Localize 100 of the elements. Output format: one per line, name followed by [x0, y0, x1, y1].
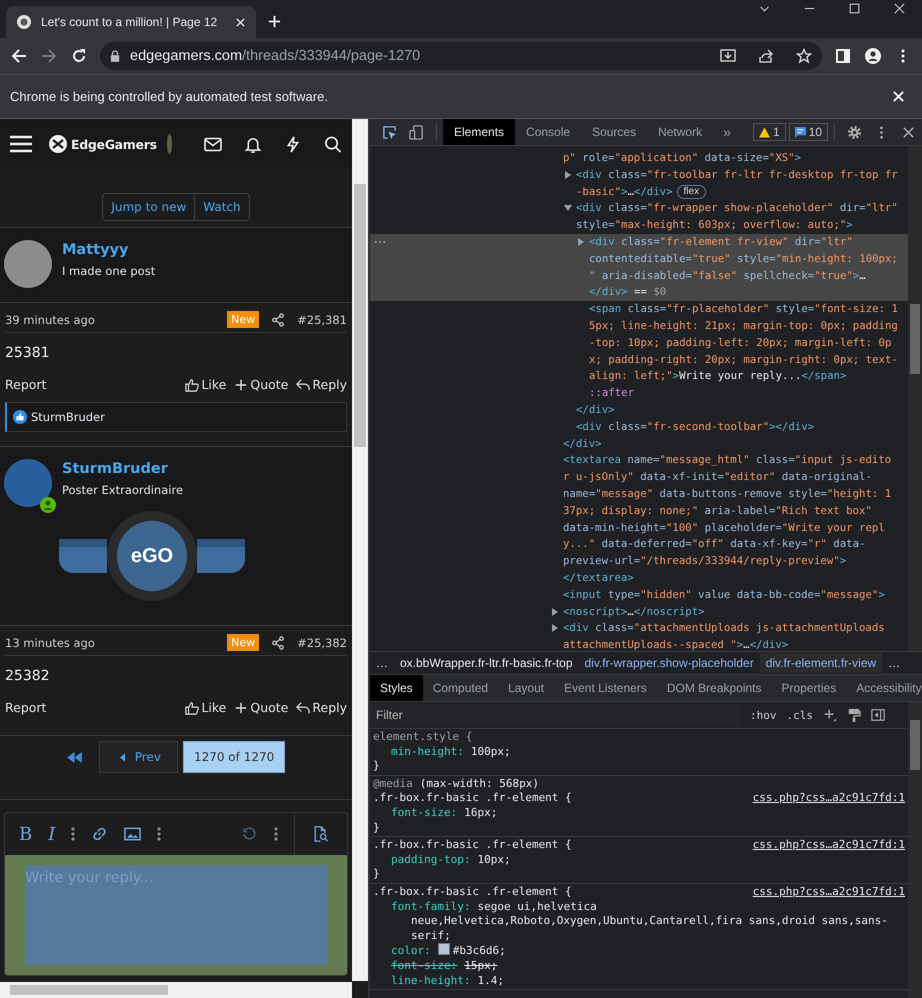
css-declaration[interactable]: padding-top: 10px;: [373, 852, 905, 868]
styles-pane-tab[interactable]: Computed: [422, 675, 498, 701]
install-icon[interactable]: [720, 48, 736, 64]
post-action-link[interactable]: Quote: [250, 377, 288, 392]
styles-pane-tab[interactable]: Layout: [498, 675, 554, 701]
dom-node[interactable]: <div class="fr-wrapper show-placeholder" dir="ltr" style="max-height: 603px; overflow: auto;">: [370, 200, 908, 234]
devtools-tab[interactable]: Sources: [581, 119, 648, 145]
css-declaration[interactable]: line-height: 1.4;: [373, 974, 905, 988]
styles-pane-tab[interactable]: DOM Breakpoints: [656, 675, 772, 701]
messages-counter[interactable]: 10: [788, 123, 828, 141]
prev-page-button[interactable]: Prev: [98, 741, 178, 773]
reply-arrow-icon[interactable]: [296, 378, 310, 392]
search-icon[interactable]: [324, 136, 342, 152]
dom-node[interactable]: p" role="application" data-size="XS">: [370, 150, 908, 167]
new-rule-plus-icon[interactable]: [823, 708, 837, 722]
mail-icon[interactable]: [204, 136, 222, 152]
share-icon[interactable]: [758, 48, 774, 64]
dom-node[interactable]: ::after: [370, 385, 908, 402]
dom-node[interactable]: <div class="fr-second-toolbar"></div>: [370, 418, 908, 436]
dom-node[interactable]: </div>: [370, 402, 908, 419]
styles-pane-tab[interactable]: Event Listeners: [554, 675, 657, 701]
thread-action-button[interactable]: Jump to new: [103, 194, 194, 220]
post-action-link[interactable]: Quote: [250, 700, 288, 715]
vertical-scrollbar[interactable]: [352, 119, 368, 981]
devtools-tab[interactable]: Console: [515, 119, 582, 145]
thumbs-up-icon[interactable]: [185, 378, 200, 392]
devtools-tab[interactable]: Network: [647, 119, 714, 145]
more-dots-icon[interactable]: [374, 240, 386, 244]
dom-node[interactable]: <div class="attachmentUploads js-attachmentUploads attachmentUploads--spaced ">…</div>: [370, 620, 908, 651]
css-declaration[interactable]: font-size: 15px;: [373, 958, 905, 974]
image-icon[interactable]: [124, 826, 142, 842]
styles-pane-tab[interactable]: Styles: [370, 675, 423, 701]
styles-pane-tab[interactable]: Accessibility: [846, 675, 922, 701]
format-button[interactable]: B: [19, 824, 32, 844]
reaction-users[interactable]: SturmBruder: [31, 410, 105, 424]
flex-badge[interactable]: flex: [676, 184, 706, 199]
breadcrumb[interactable]: div.fr-element.fr-view: [760, 653, 882, 673]
more-options-icon[interactable]: [157, 826, 162, 842]
maximize-icon[interactable]: [849, 3, 860, 14]
post-action-link[interactable]: Reply: [312, 377, 347, 392]
vertical-scrollbar[interactable]: [908, 702, 922, 998]
dom-node[interactable]: <div class="fr-toolbar fr-ltr fr-desktop fr-top fr -basic">…</div> flex: [370, 166, 908, 200]
link-icon[interactable]: [91, 826, 108, 842]
css-declaration[interactable]: font-size: 16px;: [373, 806, 905, 821]
css-declaration[interactable]: min-height: 100px;: [373, 744, 905, 760]
more-options-icon[interactable]: [71, 826, 76, 842]
avatar[interactable]: [4, 459, 52, 507]
lightning-icon[interactable]: [284, 136, 302, 152]
report-link[interactable]: Report: [5, 700, 46, 715]
post-action-link[interactable]: Like: [201, 700, 226, 715]
close-icon[interactable]: [894, 3, 905, 14]
address-bar[interactable]: edgegamers.com/threads/333944/page-1270: [100, 42, 822, 70]
author-name[interactable]: SturmBruder: [62, 461, 245, 477]
collapsed-triangle-icon[interactable]: [551, 624, 559, 632]
devtools-tab[interactable]: Elements: [443, 119, 516, 145]
menu-icon[interactable]: [10, 135, 32, 153]
css-property[interactable]: color:: [391, 944, 431, 958]
css-value[interactable]: #b3c6d6;: [452, 944, 506, 958]
post-action-link[interactable]: Like: [201, 377, 226, 392]
paint-roller-icon[interactable]: [847, 708, 861, 722]
breadcrumb[interactable]: ox.bbWrapper.fr-ltr.fr-basic.fr-top: [394, 653, 578, 673]
new-tab-icon[interactable]: [268, 15, 281, 28]
pseudo-toggle-button[interactable]: :hov: [750, 708, 776, 722]
share-icon[interactable]: [271, 312, 286, 326]
collapsed-triangle-icon[interactable]: [564, 170, 572, 179]
post-time[interactable]: 13 minutes ago: [5, 636, 95, 650]
browser-tab[interactable]: Let's count to a million! | Page 12: [6, 6, 256, 38]
sidebar-toggle-icon[interactable]: [871, 708, 885, 722]
filter-field[interactable]: Filter: [370, 704, 740, 726]
share-icon[interactable]: [271, 636, 286, 650]
thumbs-up-icon[interactable]: [185, 700, 200, 714]
post-number[interactable]: #25,382: [297, 636, 347, 650]
breadcrumb[interactable]: div.fr-wrapper.show-placeholder: [578, 653, 760, 673]
breadcrumb[interactable]: …: [882, 653, 906, 673]
author-name[interactable]: Mattyyy: [62, 242, 156, 258]
color-swatch[interactable]: [438, 943, 450, 956]
user-avatar[interactable]: [166, 134, 172, 154]
plus-icon[interactable]: [234, 378, 248, 392]
reply-arrow-icon[interactable]: [296, 700, 310, 714]
breadcrumb[interactable]: …: [370, 653, 394, 673]
post-number[interactable]: #25,381: [297, 312, 347, 326]
pseudo-toggle-button[interactable]: .cls: [786, 708, 813, 722]
source-link[interactable]: css.php?css…a2c91c7fd:1: [752, 838, 905, 853]
expanded-triangle-icon[interactable]: [564, 204, 572, 212]
close-icon[interactable]: [235, 16, 246, 28]
more-tabs-button[interactable]: »: [713, 124, 741, 140]
source-link[interactable]: css.php?css…a2c91c7fd:1: [752, 791, 905, 806]
dom-node[interactable]: <input type="hidden" value data-bb-code="message">: [370, 586, 908, 604]
css-declaration[interactable]: font-family: segoe ui,helvetica neue,Helvetica,Roboto,Oxygen,Ubuntu,Cantarell,fira sans,droid sans,sans-serif;: [373, 900, 905, 944]
horizontal-scrollbar[interactable]: [0, 982, 352, 998]
star-icon[interactable]: [796, 48, 812, 64]
plus-icon[interactable]: [234, 700, 248, 714]
warnings-counter[interactable]: 1: [752, 123, 786, 141]
post-action-link[interactable]: Reply: [312, 700, 347, 715]
dom-node[interactable]: </div>: [370, 436, 908, 452]
report-link[interactable]: Report: [5, 377, 46, 392]
collapsed-triangle-icon[interactable]: [551, 608, 559, 616]
thread-action-button[interactable]: Watch: [194, 194, 249, 220]
dom-node[interactable]: <noscript>…</noscript>: [370, 604, 908, 620]
site-logo[interactable]: EdgeGamers: [71, 136, 157, 152]
